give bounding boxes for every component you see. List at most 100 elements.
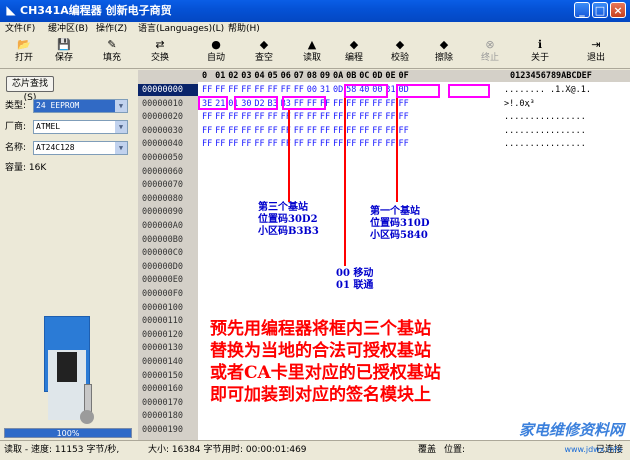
hex-byte[interactable]: FF xyxy=(268,84,278,96)
verify-icon: ◆ xyxy=(395,38,405,51)
note-line-2: 替换为当地的合法可授权基站 xyxy=(210,341,431,361)
hex-byte[interactable]: FF xyxy=(320,125,330,137)
menu-help[interactable]: 帮助(H) xyxy=(228,23,260,35)
hex-byte[interactable]: FF xyxy=(294,111,304,123)
hex-byte[interactable]: FF xyxy=(281,84,291,96)
hex-byte[interactable]: FF xyxy=(372,111,382,123)
maker-select[interactable]: ATMEL ▼ xyxy=(33,120,128,134)
hex-byte[interactable]: 31 xyxy=(320,84,330,96)
hex-byte[interactable]: FF xyxy=(215,138,225,150)
hex-byte[interactable]: FF xyxy=(399,138,409,150)
hex-byte[interactable]: FF xyxy=(307,125,317,137)
hex-byte[interactable]: FF xyxy=(294,84,304,96)
hex-byte[interactable]: FF xyxy=(346,98,356,110)
menu-language[interactable]: 语言(Languages)(L) xyxy=(138,23,224,35)
hex-byte[interactable]: FF xyxy=(333,98,343,110)
hex-byte[interactable]: FF xyxy=(399,125,409,137)
status-time: 用时: 00:00:01:469 xyxy=(222,445,307,455)
hex-byte[interactable]: FF xyxy=(385,98,395,110)
hex-byte[interactable]: FF xyxy=(241,138,251,150)
hex-byte[interactable]: FF xyxy=(385,138,395,150)
hex-byte[interactable]: FF xyxy=(399,98,409,110)
menu-buffer[interactable]: 缓冲区(B) xyxy=(48,23,88,35)
hex-byte[interactable]: FF xyxy=(202,125,212,137)
toolbar-button-read[interactable]: ▲ 读取 xyxy=(292,38,332,68)
hex-byte[interactable]: FF xyxy=(215,125,225,137)
toolbar-button-fill[interactable]: ✎ 填充 xyxy=(92,38,132,68)
hex-byte[interactable]: FF xyxy=(254,84,264,96)
hex-byte[interactable]: FF xyxy=(241,125,251,137)
hex-byte[interactable]: FF xyxy=(372,125,382,137)
hex-byte[interactable]: FF xyxy=(320,138,330,150)
hex-byte[interactable]: FF xyxy=(333,125,343,137)
hex-byte[interactable]: FF xyxy=(254,125,264,137)
hex-byte[interactable]: FF xyxy=(241,84,251,96)
hex-byte[interactable]: FF xyxy=(385,111,395,123)
hex-byte[interactable]: FF xyxy=(228,125,238,137)
hex-byte[interactable]: FF xyxy=(241,111,251,123)
hex-byte[interactable]: FF xyxy=(215,84,225,96)
toolbar-button-exit[interactable]: ⇥ 退出 xyxy=(576,38,616,68)
name-select[interactable]: AT24C128 ▼ xyxy=(33,141,128,155)
hex-byte[interactable]: FF xyxy=(254,111,264,123)
chevron-down-icon[interactable]: ▼ xyxy=(115,100,127,112)
hex-byte[interactable]: FF xyxy=(202,111,212,123)
hex-byte[interactable]: FF xyxy=(359,125,369,137)
toolbar-button-open[interactable]: 📂 打开 xyxy=(4,38,44,68)
hex-byte[interactable]: FF xyxy=(346,125,356,137)
hex-byte[interactable]: FF xyxy=(254,138,264,150)
hex-byte[interactable]: FF xyxy=(372,98,382,110)
hex-col-header: 0F xyxy=(398,71,409,81)
toolbar-button-auto[interactable]: ● 自动 xyxy=(196,38,236,68)
close-button[interactable]: × xyxy=(610,2,626,18)
chevron-down-icon[interactable]: ▼ xyxy=(115,142,127,154)
hex-byte[interactable]: FF xyxy=(346,138,356,150)
hex-byte[interactable]: FF xyxy=(294,125,304,137)
hex-byte[interactable]: FF xyxy=(268,125,278,137)
toolbar-label: 打开 xyxy=(14,53,33,63)
toolbar-button-erase[interactable]: ◆ 擦除 xyxy=(424,38,464,68)
hex-byte[interactable]: 0D xyxy=(333,84,343,96)
chevron-down-icon[interactable]: ▼ xyxy=(115,121,127,133)
hex-byte[interactable]: FF xyxy=(333,138,343,150)
toolbar-button-program[interactable]: ◆ 编程 xyxy=(334,38,374,68)
hex-byte[interactable]: FF xyxy=(359,98,369,110)
hex-byte[interactable]: FF xyxy=(202,84,212,96)
toolbar-button-save[interactable]: 💾 保存 xyxy=(44,38,84,68)
hex-byte[interactable]: FF xyxy=(228,138,238,150)
hex-byte[interactable]: FF xyxy=(268,111,278,123)
toolbar-button-about[interactable]: ℹ 关于 xyxy=(520,38,560,68)
maximize-button[interactable]: □ xyxy=(592,2,608,18)
hex-byte[interactable]: FF xyxy=(385,125,395,137)
hex-byte[interactable]: FF xyxy=(268,138,278,150)
hex-byte[interactable]: FF xyxy=(333,111,343,123)
chip-search-button[interactable]: 芯片查找(S) xyxy=(6,76,54,103)
hex-byte[interactable]: 00 xyxy=(307,84,317,96)
menu-operation[interactable]: 操作(Z) xyxy=(96,23,127,35)
watermark-logo: 家电维修资料网 xyxy=(518,421,624,439)
row-address: 00000130 xyxy=(142,343,183,354)
hex-byte[interactable]: FF xyxy=(228,84,238,96)
toolbar-label: 关于 xyxy=(530,53,549,63)
hex-byte[interactable]: FF xyxy=(359,138,369,150)
menu-bar: 文件(F) 缓冲区(B) 操作(Z) 语言(Languages)(L) 帮助(H… xyxy=(0,22,630,36)
hex-byte[interactable]: FF xyxy=(307,138,317,150)
toolbar-button-swap[interactable]: ⇄ 交换 xyxy=(140,38,180,68)
hex-byte[interactable]: FF xyxy=(307,111,317,123)
hex-byte[interactable]: FF xyxy=(399,111,409,123)
minimize-button[interactable]: _ xyxy=(574,2,590,18)
hex-byte[interactable]: FF xyxy=(359,111,369,123)
hex-byte[interactable]: FF xyxy=(372,138,382,150)
toolbar-button-stop[interactable]: ⊗ 终止 xyxy=(470,38,510,68)
menu-file[interactable]: 文件(F) xyxy=(5,23,35,35)
hex-byte[interactable]: FF xyxy=(294,138,304,150)
toolbar-button-blank-check[interactable]: ◆ 查空 xyxy=(244,38,284,68)
hex-byte[interactable]: FF xyxy=(202,138,212,150)
toolbar-button-verify[interactable]: ◆ 校验 xyxy=(380,38,420,68)
toolbar-label: 查空 xyxy=(254,53,273,63)
hex-byte[interactable]: FF xyxy=(215,111,225,123)
hex-byte[interactable]: FF xyxy=(228,111,238,123)
hex-byte[interactable]: FF xyxy=(346,111,356,123)
type-select[interactable]: 24 EEPROM ▼ xyxy=(33,99,128,113)
hex-byte[interactable]: FF xyxy=(320,111,330,123)
